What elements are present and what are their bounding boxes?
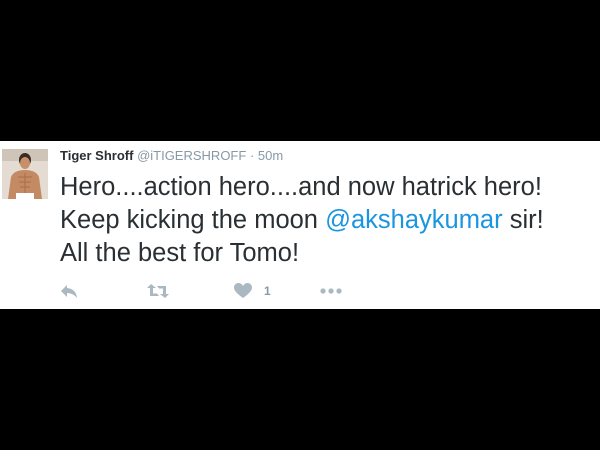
header-separator: · — [249, 148, 255, 163]
reply-icon — [60, 283, 78, 299]
like-count: 1 — [264, 284, 271, 298]
retweet-icon — [146, 283, 170, 299]
tweet-text-line-1: Hero....action hero....and now hatrick h… — [60, 173, 542, 201]
reply-button[interactable] — [60, 283, 78, 299]
tweet-card: Tiger Shroff @iTIGERSHROFF · 50m Hero...… — [0, 141, 600, 309]
tweet-text-line-2: Keep kicking the moon @akshaykumar sir! — [60, 204, 600, 237]
retweet-button[interactable] — [146, 283, 170, 299]
user-handle[interactable]: @iTIGERSHROFF — [137, 148, 246, 163]
heart-icon — [234, 283, 252, 299]
avatar[interactable] — [2, 149, 48, 199]
more-icon — [320, 283, 342, 299]
tweet-text-line-2-start: Keep kicking the moon — [60, 206, 326, 234]
like-button[interactable]: 1 — [234, 283, 271, 299]
tweet-text-line-2-end: sir! — [502, 206, 544, 234]
tweet-text: Hero....action hero....and now hatrick h… — [60, 171, 600, 270]
tweet-timestamp[interactable]: 50m — [258, 148, 283, 163]
user-name[interactable]: Tiger Shroff — [60, 148, 133, 163]
mention-link[interactable]: @akshaykumar — [325, 206, 503, 234]
tweet-text-line-3: All the best for Tomo! — [60, 239, 300, 267]
more-button[interactable] — [320, 283, 342, 299]
tweet-header: Tiger Shroff @iTIGERSHROFF · 50m — [60, 147, 283, 165]
